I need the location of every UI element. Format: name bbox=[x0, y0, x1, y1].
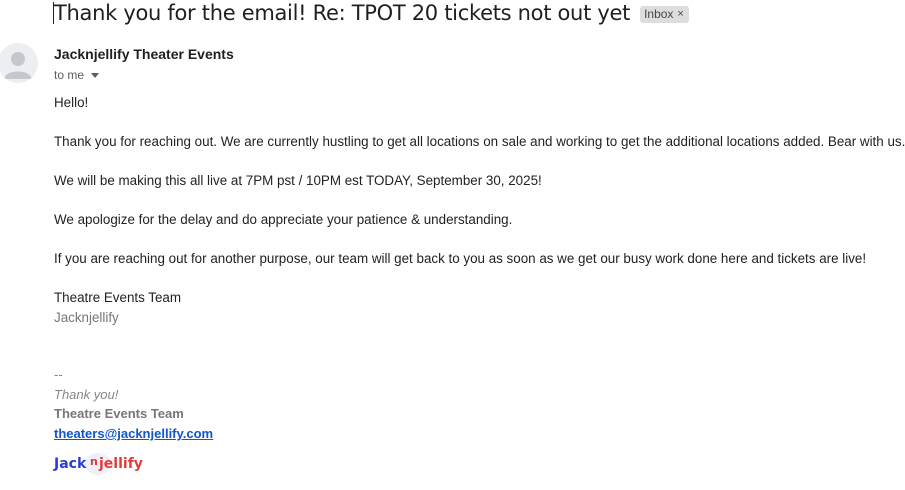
body-line-apology: We apologize for the delay and do apprec… bbox=[54, 212, 513, 227]
sender-name[interactable]: Jacknjellify Theater Events bbox=[54, 46, 234, 62]
signature-thanks: Thank you! bbox=[54, 387, 119, 402]
svg-text:n: n bbox=[90, 455, 98, 468]
body-line-thanks: Thank you for reaching out. We are curre… bbox=[54, 134, 905, 149]
show-details-caret-icon[interactable] bbox=[91, 72, 100, 78]
jacknjellify-logo: Jack n jellify bbox=[53, 453, 143, 475]
body-line-other-purpose: If you are reaching out for another purp… bbox=[54, 251, 867, 266]
label-chip-inbox[interactable]: Inbox × bbox=[640, 5, 689, 23]
company-logo: Jack n jellify bbox=[53, 450, 153, 480]
sender-avatar[interactable] bbox=[0, 43, 38, 83]
recipient-text: to me bbox=[54, 68, 85, 82]
recipient-row[interactable]: to me bbox=[54, 68, 100, 82]
svg-text:Jack: Jack bbox=[53, 456, 87, 472]
remove-label-icon[interactable]: × bbox=[677, 8, 683, 20]
email-subject: Thank you for the email! Re: TPOT 20 tic… bbox=[54, 1, 631, 25]
person-icon bbox=[4, 52, 32, 79]
label-chip-text: Inbox bbox=[644, 7, 674, 21]
signature-team: Theatre Events Team bbox=[54, 406, 184, 421]
text-cursor bbox=[53, 2, 54, 24]
signature-email-link[interactable]: theaters@jacknjellify.com bbox=[54, 426, 213, 441]
signature-separator: -- bbox=[54, 367, 63, 382]
body-line-company: Jacknjellify bbox=[54, 310, 119, 325]
email-subject-row: Thank you for the email! Re: TPOT 20 tic… bbox=[53, 0, 689, 26]
svg-text:jellify: jellify bbox=[98, 456, 143, 472]
body-line-team: Theatre Events Team bbox=[54, 290, 182, 305]
body-line-live-time: We will be making this all live at 7PM p… bbox=[54, 173, 542, 188]
body-line-greeting: Hello! bbox=[54, 95, 89, 110]
